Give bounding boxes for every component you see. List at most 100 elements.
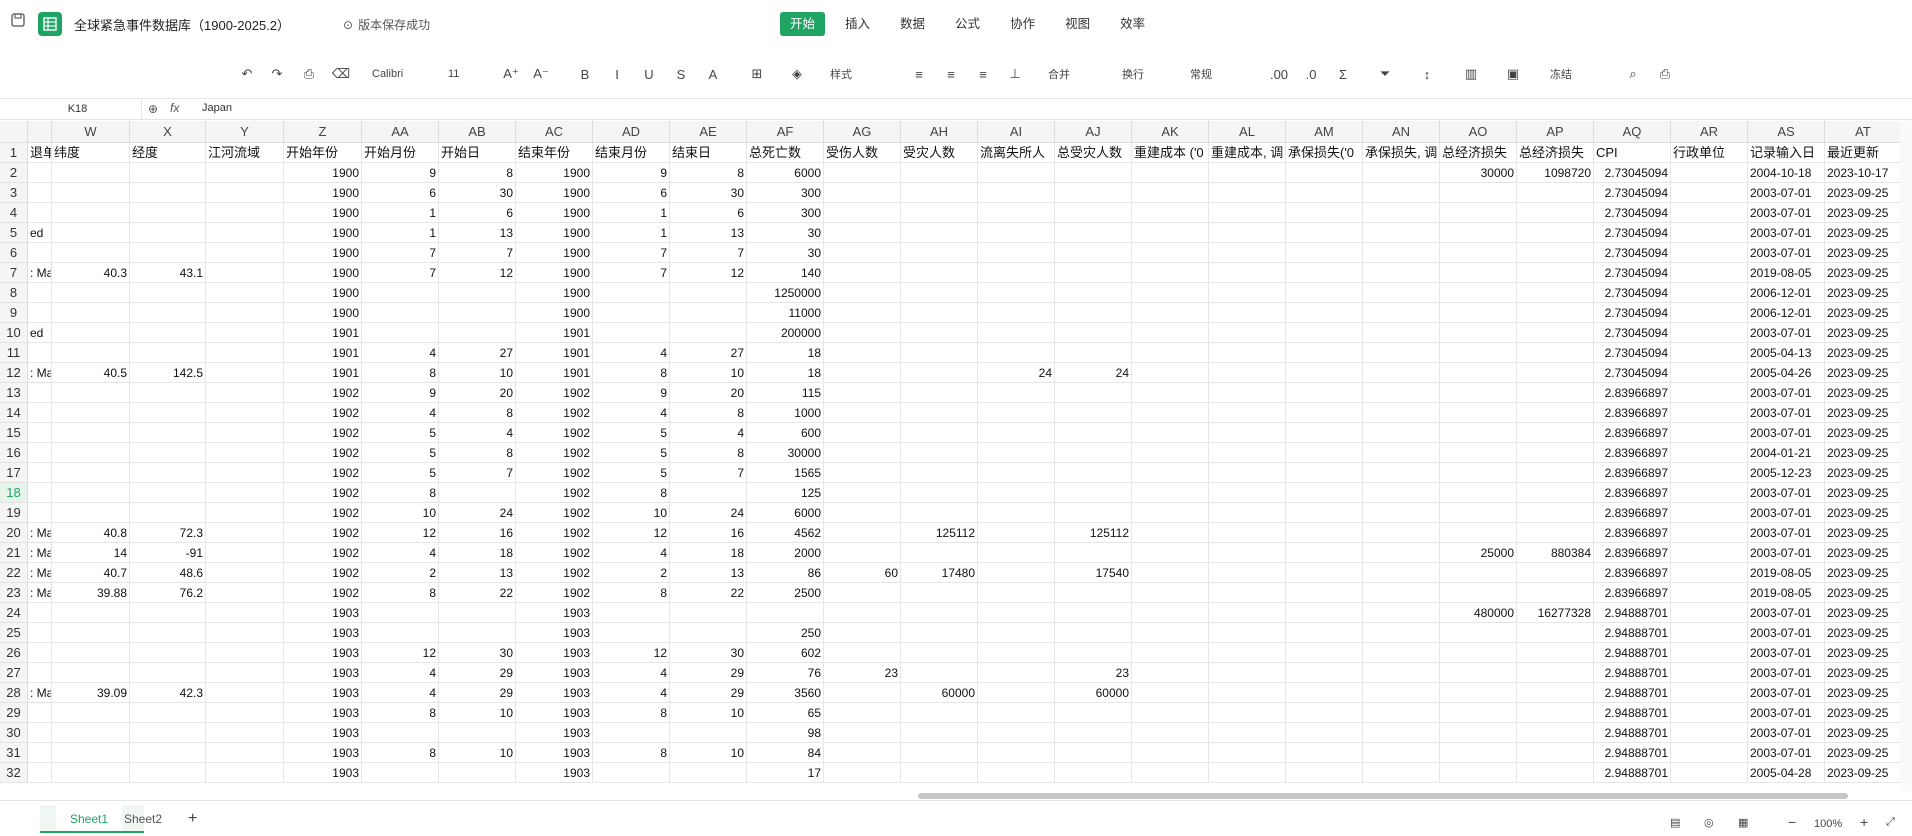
table-cell[interactable]: 2.73045094	[1594, 303, 1671, 323]
row-header[interactable]: 11	[0, 343, 28, 363]
table-cell[interactable]	[1286, 303, 1363, 323]
table-cell[interactable]: 24	[670, 503, 747, 523]
table-cell[interactable]	[1363, 223, 1440, 243]
table-cell[interactable]: 2.94888701	[1594, 723, 1671, 743]
table-cell[interactable]: 经度	[130, 143, 206, 163]
table-cell[interactable]: : Ma	[28, 363, 52, 383]
table-cell[interactable]: 10	[362, 503, 439, 523]
table-cell[interactable]	[1440, 463, 1517, 483]
table-cell[interactable]	[28, 303, 52, 323]
table-cell[interactable]: 2.94888701	[1594, 663, 1671, 683]
table-cell[interactable]	[362, 723, 439, 743]
table-cell[interactable]	[670, 763, 747, 783]
globe-icon[interactable]: ◎	[1704, 816, 1714, 829]
table-cell[interactable]: 1	[593, 223, 670, 243]
table-cell[interactable]: 5	[593, 463, 670, 483]
row-header[interactable]: 4	[0, 203, 28, 223]
table-cell[interactable]	[1517, 263, 1594, 283]
table-cell[interactable]: 2003-07-01	[1748, 243, 1825, 263]
table-cell[interactable]	[1671, 263, 1748, 283]
format-painter-icon[interactable]: ⎙	[298, 64, 320, 84]
column-header[interactable]: AF	[747, 121, 824, 143]
table-cell[interactable]: 1902	[284, 383, 362, 403]
table-cell[interactable]: 2.83966897	[1594, 523, 1671, 543]
table-cell[interactable]: 重建成本, 调	[1209, 143, 1286, 163]
table-cell[interactable]: 总受灾人数	[1055, 143, 1132, 163]
table-cell[interactable]	[206, 383, 284, 403]
table-cell[interactable]	[1209, 443, 1286, 463]
table-cell[interactable]	[824, 463, 901, 483]
table-cell[interactable]	[1055, 223, 1132, 243]
table-cell[interactable]: 16277328	[1517, 603, 1594, 623]
table-cell[interactable]: 8	[670, 163, 747, 183]
table-cell[interactable]	[362, 603, 439, 623]
table-cell[interactable]: 23	[1055, 663, 1132, 683]
table-cell[interactable]	[670, 623, 747, 643]
column-header[interactable]: AN	[1363, 121, 1440, 143]
table-cell[interactable]: 9	[362, 163, 439, 183]
table-cell[interactable]	[1055, 463, 1132, 483]
table-cell[interactable]	[1671, 183, 1748, 203]
table-cell[interactable]	[1209, 563, 1286, 583]
undo-icon[interactable]: ↶	[236, 64, 258, 84]
table-cell[interactable]: : Ma	[28, 263, 52, 283]
table-cell[interactable]: 1900	[284, 163, 362, 183]
table-cell[interactable]: 13	[439, 563, 516, 583]
clear-format-icon[interactable]: ⌫	[330, 64, 352, 84]
table-cell[interactable]	[824, 423, 901, 443]
table-cell[interactable]	[52, 643, 130, 663]
column-header[interactable]: AA	[362, 121, 439, 143]
table-cell[interactable]	[52, 483, 130, 503]
table-cell[interactable]	[901, 583, 978, 603]
row-header[interactable]: 25	[0, 623, 28, 643]
table-cell[interactable]: : Ma	[28, 683, 52, 703]
underline-icon[interactable]: U	[638, 64, 660, 84]
table-cell[interactable]: 1902	[284, 463, 362, 483]
table-cell[interactable]	[1363, 723, 1440, 743]
table-cell[interactable]	[1286, 323, 1363, 343]
table-cell[interactable]	[824, 623, 901, 643]
table-cell[interactable]: 125112	[901, 523, 978, 543]
table-cell[interactable]: 总经济损失	[1517, 143, 1594, 163]
table-cell[interactable]: 2003-07-01	[1748, 203, 1825, 223]
table-cell[interactable]	[1363, 563, 1440, 583]
table-cell[interactable]: 8	[593, 583, 670, 603]
table-cell[interactable]: 30000	[747, 443, 824, 463]
table-cell[interactable]: 2.83966897	[1594, 503, 1671, 523]
table-cell[interactable]: 2500	[747, 583, 824, 603]
table-cell[interactable]: 2000	[747, 543, 824, 563]
table-cell[interactable]	[1363, 763, 1440, 783]
table-cell[interactable]	[1209, 163, 1286, 183]
column-header[interactable]: AJ	[1055, 121, 1132, 143]
table-cell[interactable]	[206, 203, 284, 223]
table-cell[interactable]	[28, 723, 52, 743]
table-cell[interactable]	[28, 503, 52, 523]
table-cell[interactable]	[1671, 243, 1748, 263]
table-cell[interactable]: 29	[439, 683, 516, 703]
column-header[interactable]: Z	[284, 121, 362, 143]
table-cell[interactable]	[1440, 263, 1517, 283]
table-cell[interactable]	[978, 483, 1055, 503]
table-cell[interactable]	[206, 363, 284, 383]
table-cell[interactable]	[1286, 223, 1363, 243]
table-cell[interactable]: 1250000	[747, 283, 824, 303]
table-cell[interactable]	[901, 423, 978, 443]
table-cell[interactable]	[130, 243, 206, 263]
table-cell[interactable]	[28, 183, 52, 203]
table-cell[interactable]: 1900	[516, 163, 593, 183]
table-cell[interactable]	[1517, 243, 1594, 263]
table-cell[interactable]: 2003-07-01	[1748, 723, 1825, 743]
table-cell[interactable]	[362, 763, 439, 783]
table-cell[interactable]: 4	[362, 543, 439, 563]
table-cell[interactable]	[1132, 703, 1209, 723]
table-cell[interactable]	[206, 603, 284, 623]
table-cell[interactable]: 2023-09-25	[1825, 383, 1900, 403]
table-cell[interactable]	[824, 243, 901, 263]
italic-icon[interactable]: I	[606, 64, 628, 84]
table-cell[interactable]: 1903	[516, 663, 593, 683]
table-cell[interactable]: 总经济损失	[1440, 143, 1517, 163]
table-cell[interactable]	[1286, 443, 1363, 463]
table-cell[interactable]	[1286, 483, 1363, 503]
table-cell[interactable]	[206, 523, 284, 543]
table-cell[interactable]	[206, 323, 284, 343]
